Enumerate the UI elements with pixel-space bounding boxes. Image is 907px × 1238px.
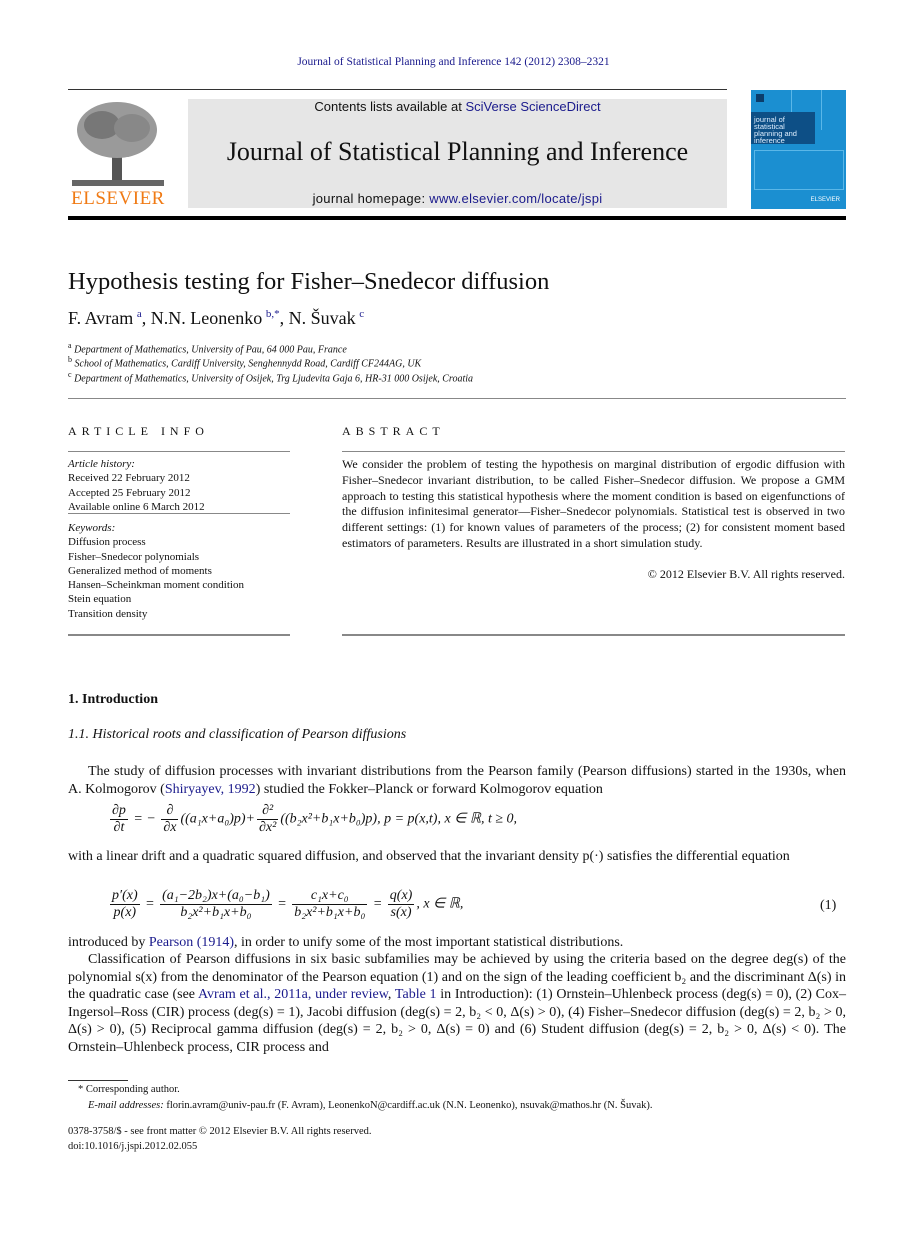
keyword: Stein equation: [68, 593, 132, 606]
journal-cover-thumbnail[interactable]: journal of statistical planning and infe…: [751, 90, 846, 209]
homepage-line: journal homepage: www.elsevier.com/locat…: [188, 191, 727, 206]
divider: [342, 634, 845, 636]
divider: [68, 398, 846, 399]
cover-logo-icon: [756, 94, 764, 102]
cover-decoration-box: [754, 150, 844, 190]
divider: [68, 634, 290, 636]
history-accepted: Accepted 25 February 2012: [68, 486, 191, 499]
keywords-label: Keywords:: [68, 522, 116, 534]
header-rule: [68, 89, 727, 90]
elsevier-logo: ELSEVIER: [68, 100, 168, 210]
paragraph: The study of diffusion processes with in…: [68, 763, 846, 798]
equation-term: ((a₁x+a₀)p)+: [180, 811, 255, 827]
paragraph: introduced by Pearson (1914), in order t…: [68, 934, 846, 952]
pearson-equation: p′(x) p(x) = (a₁−2b₂)x+(a₀−b₁) b₂x²+b₁x+b₀…: [110, 888, 464, 920]
author-name: N.N. Leonenko: [150, 308, 263, 328]
paragraph: with a linear drift and a quadratic squa…: [68, 849, 790, 864]
divider: [68, 513, 290, 514]
doi-line[interactable]: doi:10.1016/j.jspi.2012.02.055: [68, 1141, 197, 1152]
issn-line: 0378-3758/$ - see front matter © 2012 El…: [68, 1126, 372, 1137]
history-received: Received 22 February 2012: [68, 472, 190, 485]
abstract-text: We consider the problem of testing the h…: [342, 457, 845, 550]
footnote-rule: [68, 1080, 128, 1081]
author-affiliation-mark[interactable]: a: [137, 308, 142, 320]
journal-banner: Contents lists available at SciVerse Sci…: [188, 99, 727, 208]
journal-title: Journal of Statistical Planning and Infe…: [226, 137, 689, 166]
article-history: Article history: Received 22 February 20…: [68, 457, 290, 514]
history-label: Article history:: [68, 458, 135, 470]
keywords: Keywords: Diffusion process Fisher–Snede…: [68, 521, 290, 621]
email-list[interactable]: florin.avram@univ-pau.fr (F. Avram), Leo…: [164, 1100, 652, 1111]
article-title: Hypothesis testing for Fisher–Snedecor d…: [68, 268, 550, 295]
affiliation: c Department of Mathematics, University …: [68, 370, 473, 384]
affiliation-mark: c: [68, 370, 72, 379]
text-run: , in order to unify some of the most imp…: [234, 935, 624, 950]
affiliation: b School of Mathematics, Cardiff Univers…: [68, 355, 421, 369]
homepage-prefix: journal homepage:: [312, 191, 430, 206]
keyword: Fisher–Snedecor polynomials: [68, 550, 200, 563]
section-heading: 1. Introduction: [68, 692, 158, 707]
citation-link[interactable]: Avram et al., 2011a, under review: [198, 987, 388, 1002]
homepage-link[interactable]: www.elsevier.com/locate/jspi: [429, 191, 602, 206]
journal-reference[interactable]: Journal of Statistical Planning and Infe…: [0, 56, 907, 68]
equation-term: ((b₂x²+b₁x+b₀)p), p = p(x,t), x ∈ ℝ, t ≥…: [280, 811, 518, 827]
cover-publisher: ELSEVIER: [810, 197, 840, 203]
sciencedirect-link[interactable]: SciVerse ScienceDirect: [465, 99, 600, 114]
author-name: N. Šuvak: [288, 308, 356, 328]
abstract-copyright: © 2012 Elsevier B.V. All rights reserved…: [647, 567, 845, 581]
publisher-wordmark: ELSEVIER: [71, 188, 165, 209]
contents-line: Contents lists available at SciVerse Sci…: [188, 99, 727, 114]
author-name: F. Avram: [68, 308, 134, 328]
subsection-heading: 1.1. Historical roots and classification…: [68, 727, 407, 742]
paragraph: Classification of Pearson diffusions in …: [68, 951, 846, 1056]
equation-term: , x ∈ ℝ,: [416, 896, 464, 912]
citation-link[interactable]: Shiryayev, 1992: [165, 782, 256, 797]
keyword: Hansen–Scheinkman moment condition: [68, 579, 244, 592]
corresponding-author-note: * Corresponding author.: [78, 1084, 180, 1095]
keyword: Diffusion process: [68, 536, 146, 549]
affiliation-mark: a: [68, 341, 72, 350]
text-run: ) studied the Fokker–Planck or forward K…: [255, 781, 603, 797]
email-label: E-mail addresses:: [88, 1100, 164, 1111]
keyword: Transition density: [68, 607, 148, 620]
cover-title: journal of statistical planning and infe…: [751, 112, 815, 144]
affiliation-mark: b: [68, 355, 72, 364]
equation-number: (1): [820, 898, 837, 913]
tree-icon: [72, 102, 164, 186]
affiliation: a Department of Mathematics, University …: [68, 341, 347, 355]
author-list: F. Avram a, N.N. Leonenko b,*, N. Šuvak …: [68, 308, 365, 328]
header-thick-rule: [68, 216, 846, 220]
keyword: Generalized method of moments: [68, 564, 212, 577]
cover-decoration: [821, 90, 822, 130]
table-link[interactable]: Table 1: [395, 987, 437, 1002]
text-run: introduced by: [68, 935, 149, 950]
citation-link[interactable]: Pearson (1914): [149, 935, 234, 950]
text-run: ,: [387, 987, 395, 1002]
author-affiliation-mark[interactable]: c: [359, 308, 364, 320]
abstract-heading: ABSTRACT: [342, 424, 445, 438]
email-addresses: E-mail addresses: florin.avram@univ-pau.…: [88, 1100, 653, 1111]
article-info-heading: ARTICLE INFO: [68, 424, 209, 438]
affiliation-text: Department of Mathematics, University of…: [74, 373, 474, 385]
affiliation-text: School of Mathematics, Cardiff Universit…: [74, 358, 422, 370]
contents-prefix: Contents lists available at: [314, 99, 466, 114]
author-affiliation-mark[interactable]: b,*: [266, 308, 280, 320]
kolmogorov-equation: ∂p ∂t = − ∂ ∂x ((a₁x+a₀)p)+ ∂² ∂x² ((b₂x²+b₁x+…: [110, 803, 518, 835]
divider: [68, 451, 290, 452]
divider: [342, 451, 845, 452]
affiliation-text: Department of Mathematics, University of…: [74, 344, 347, 356]
